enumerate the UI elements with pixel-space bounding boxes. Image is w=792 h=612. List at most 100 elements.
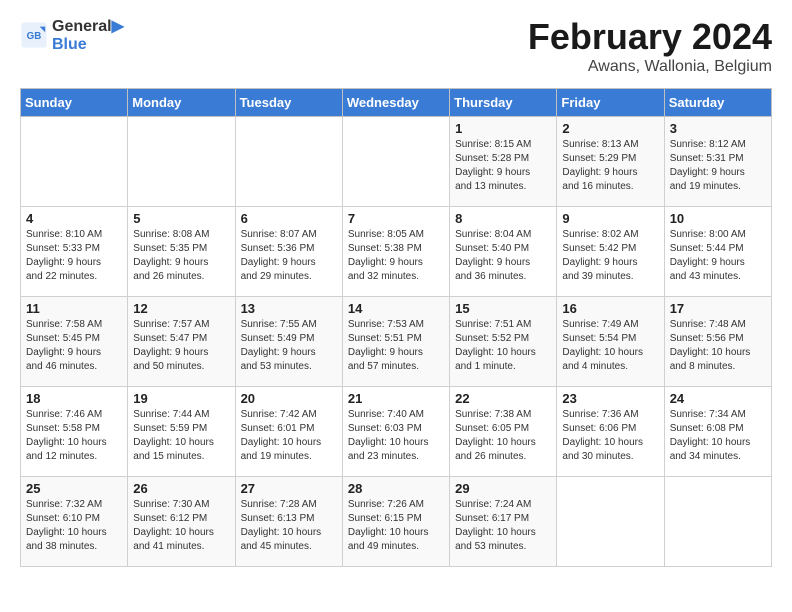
- day-number: 6: [241, 211, 337, 226]
- calendar-cell: 14 Sunrise: 7:53 AM Sunset: 5:51 PM Dayli…: [342, 297, 449, 387]
- day-info: Sunrise: 7:57 AM Sunset: 5:47 PM Dayligh…: [133, 318, 229, 374]
- day-number: 27: [241, 481, 337, 496]
- calendar-cell: [128, 117, 235, 207]
- calendar-cell: [557, 477, 664, 567]
- calendar-cell: 27 Sunrise: 7:28 AM Sunset: 6:13 PM Dayli…: [235, 477, 342, 567]
- day-info: Sunrise: 8:02 AM Sunset: 5:42 PM Dayligh…: [562, 228, 658, 284]
- day-info: Sunrise: 7:26 AM Sunset: 6:15 PM Dayligh…: [348, 498, 444, 554]
- day-number: 15: [455, 301, 551, 316]
- weekday-header-sunday: Sunday: [21, 89, 128, 117]
- day-number: 16: [562, 301, 658, 316]
- calendar-cell: 13 Sunrise: 7:55 AM Sunset: 5:49 PM Dayli…: [235, 297, 342, 387]
- day-number: 10: [670, 211, 766, 226]
- calendar-cell: [342, 117, 449, 207]
- calendar-cell: 10 Sunrise: 8:00 AM Sunset: 5:44 PM Dayli…: [664, 207, 771, 297]
- day-info: Sunrise: 7:53 AM Sunset: 5:51 PM Dayligh…: [348, 318, 444, 374]
- calendar-cell: 29 Sunrise: 7:24 AM Sunset: 6:17 PM Dayli…: [450, 477, 557, 567]
- logo-icon: GB: [20, 21, 48, 49]
- day-number: 26: [133, 481, 229, 496]
- calendar-cell: 21Sunrise: 7:40 AM Sunset: 6:03 PM Dayli…: [342, 387, 449, 477]
- header: GB General▶ Blue February 2024 Awans, Wa…: [20, 16, 772, 76]
- week-row-4: 18 Sunrise: 7:46 AM Sunset: 5:58 PM Dayli…: [21, 387, 772, 477]
- day-info: Sunrise: 7:24 AM Sunset: 6:17 PM Dayligh…: [455, 498, 551, 554]
- day-info: Sunrise: 7:46 AM Sunset: 5:58 PM Dayligh…: [26, 408, 122, 464]
- day-number: 29: [455, 481, 551, 496]
- weekday-header-friday: Friday: [557, 89, 664, 117]
- calendar-cell: 2 Sunrise: 8:13 AM Sunset: 5:29 PM Daylig…: [557, 117, 664, 207]
- day-number: 12: [133, 301, 229, 316]
- calendar-cell: 3Sunrise: 8:12 AM Sunset: 5:31 PM Daylig…: [664, 117, 771, 207]
- calendar-cell: 23 Sunrise: 7:36 AM Sunset: 6:06 PM Dayli…: [557, 387, 664, 477]
- calendar-cell: 24 Sunrise: 7:34 AM Sunset: 6:08 PM Dayli…: [664, 387, 771, 477]
- day-info: Sunrise: 7:32 AM Sunset: 6:10 PM Dayligh…: [26, 498, 122, 554]
- day-info: Sunrise: 7:58 AM Sunset: 5:45 PM Dayligh…: [26, 318, 122, 374]
- weekday-header-tuesday: Tuesday: [235, 89, 342, 117]
- header-row: SundayMondayTuesdayWednesdayThursdayFrid…: [21, 89, 772, 117]
- calendar-cell: 7 Sunrise: 8:05 AM Sunset: 5:38 PM Daylig…: [342, 207, 449, 297]
- calendar-cell: 12 Sunrise: 7:57 AM Sunset: 5:47 PM Dayli…: [128, 297, 235, 387]
- day-number: 7: [348, 211, 444, 226]
- calendar-cell: 9 Sunrise: 8:02 AM Sunset: 5:42 PM Daylig…: [557, 207, 664, 297]
- month-year: February 2024: [528, 16, 772, 58]
- day-info: Sunrise: 7:30 AM Sunset: 6:12 PM Dayligh…: [133, 498, 229, 554]
- calendar-cell: 18 Sunrise: 7:46 AM Sunset: 5:58 PM Dayli…: [21, 387, 128, 477]
- day-number: 22: [455, 391, 551, 406]
- title-area: February 2024 Awans, Wallonia, Belgium: [528, 16, 772, 76]
- day-number: 9: [562, 211, 658, 226]
- calendar-cell: 16 Sunrise: 7:49 AM Sunset: 5:54 PM Dayli…: [557, 297, 664, 387]
- day-info: Sunrise: 8:07 AM Sunset: 5:36 PM Dayligh…: [241, 228, 337, 284]
- day-number: 18: [26, 391, 122, 406]
- calendar-cell: 15 Sunrise: 7:51 AM Sunset: 5:52 PM Dayli…: [450, 297, 557, 387]
- day-number: 24: [670, 391, 766, 406]
- day-info: Sunrise: 7:44 AM Sunset: 5:59 PM Dayligh…: [133, 408, 229, 464]
- logo: GB General▶ Blue: [20, 16, 124, 54]
- day-number: 1: [455, 121, 551, 136]
- day-number: 11: [26, 301, 122, 316]
- day-info: Sunrise: 7:28 AM Sunset: 6:13 PM Dayligh…: [241, 498, 337, 554]
- calendar-table: SundayMondayTuesdayWednesdayThursdayFrid…: [20, 88, 772, 567]
- calendar-cell: 11 Sunrise: 7:58 AM Sunset: 5:45 PM Dayli…: [21, 297, 128, 387]
- svg-text:GB: GB: [27, 31, 42, 42]
- day-number: 3: [670, 121, 766, 136]
- day-number: 4: [26, 211, 122, 226]
- day-number: 13: [241, 301, 337, 316]
- calendar-cell: 19Sunrise: 7:44 AM Sunset: 5:59 PM Dayli…: [128, 387, 235, 477]
- calendar-cell: 28 Sunrise: 7:26 AM Sunset: 6:15 PM Dayli…: [342, 477, 449, 567]
- day-info: Sunrise: 7:36 AM Sunset: 6:06 PM Dayligh…: [562, 408, 658, 464]
- day-info: Sunrise: 7:34 AM Sunset: 6:08 PM Dayligh…: [670, 408, 766, 464]
- day-info: Sunrise: 8:15 AM Sunset: 5:28 PM Dayligh…: [455, 138, 551, 194]
- location: Awans, Wallonia, Belgium: [528, 58, 772, 76]
- calendar-cell: 4 Sunrise: 8:10 AM Sunset: 5:33 PM Daylig…: [21, 207, 128, 297]
- week-row-2: 4 Sunrise: 8:10 AM Sunset: 5:33 PM Daylig…: [21, 207, 772, 297]
- day-number: 2: [562, 121, 658, 136]
- day-info: Sunrise: 8:05 AM Sunset: 5:38 PM Dayligh…: [348, 228, 444, 284]
- day-info: Sunrise: 8:13 AM Sunset: 5:29 PM Dayligh…: [562, 138, 658, 194]
- week-row-1: 1 Sunrise: 8:15 AM Sunset: 5:28 PM Daylig…: [21, 117, 772, 207]
- day-info: Sunrise: 7:51 AM Sunset: 5:52 PM Dayligh…: [455, 318, 551, 374]
- weekday-header-thursday: Thursday: [450, 89, 557, 117]
- day-info: Sunrise: 7:55 AM Sunset: 5:49 PM Dayligh…: [241, 318, 337, 374]
- day-number: 20: [241, 391, 337, 406]
- calendar-cell: 26 Sunrise: 7:30 AM Sunset: 6:12 PM Dayli…: [128, 477, 235, 567]
- day-info: Sunrise: 8:04 AM Sunset: 5:40 PM Dayligh…: [455, 228, 551, 284]
- day-info: Sunrise: 8:00 AM Sunset: 5:44 PM Dayligh…: [670, 228, 766, 284]
- week-row-5: 25 Sunrise: 7:32 AM Sunset: 6:10 PM Dayli…: [21, 477, 772, 567]
- day-info: Sunrise: 7:49 AM Sunset: 5:54 PM Dayligh…: [562, 318, 658, 374]
- calendar-cell: 17Sunrise: 7:48 AM Sunset: 5:56 PM Dayli…: [664, 297, 771, 387]
- weekday-header-saturday: Saturday: [664, 89, 771, 117]
- day-info: Sunrise: 8:10 AM Sunset: 5:33 PM Dayligh…: [26, 228, 122, 284]
- day-number: 28: [348, 481, 444, 496]
- day-number: 25: [26, 481, 122, 496]
- weekday-header-monday: Monday: [128, 89, 235, 117]
- day-info: Sunrise: 7:38 AM Sunset: 6:05 PM Dayligh…: [455, 408, 551, 464]
- calendar-cell: 5Sunrise: 8:08 AM Sunset: 5:35 PM Daylig…: [128, 207, 235, 297]
- calendar-cell: 22 Sunrise: 7:38 AM Sunset: 6:05 PM Dayli…: [450, 387, 557, 477]
- day-number: 23: [562, 391, 658, 406]
- calendar-cell: [664, 477, 771, 567]
- calendar-cell: [235, 117, 342, 207]
- day-number: 17: [670, 301, 766, 316]
- day-number: 5: [133, 211, 229, 226]
- day-info: Sunrise: 7:42 AM Sunset: 6:01 PM Dayligh…: [241, 408, 337, 464]
- day-number: 8: [455, 211, 551, 226]
- day-number: 14: [348, 301, 444, 316]
